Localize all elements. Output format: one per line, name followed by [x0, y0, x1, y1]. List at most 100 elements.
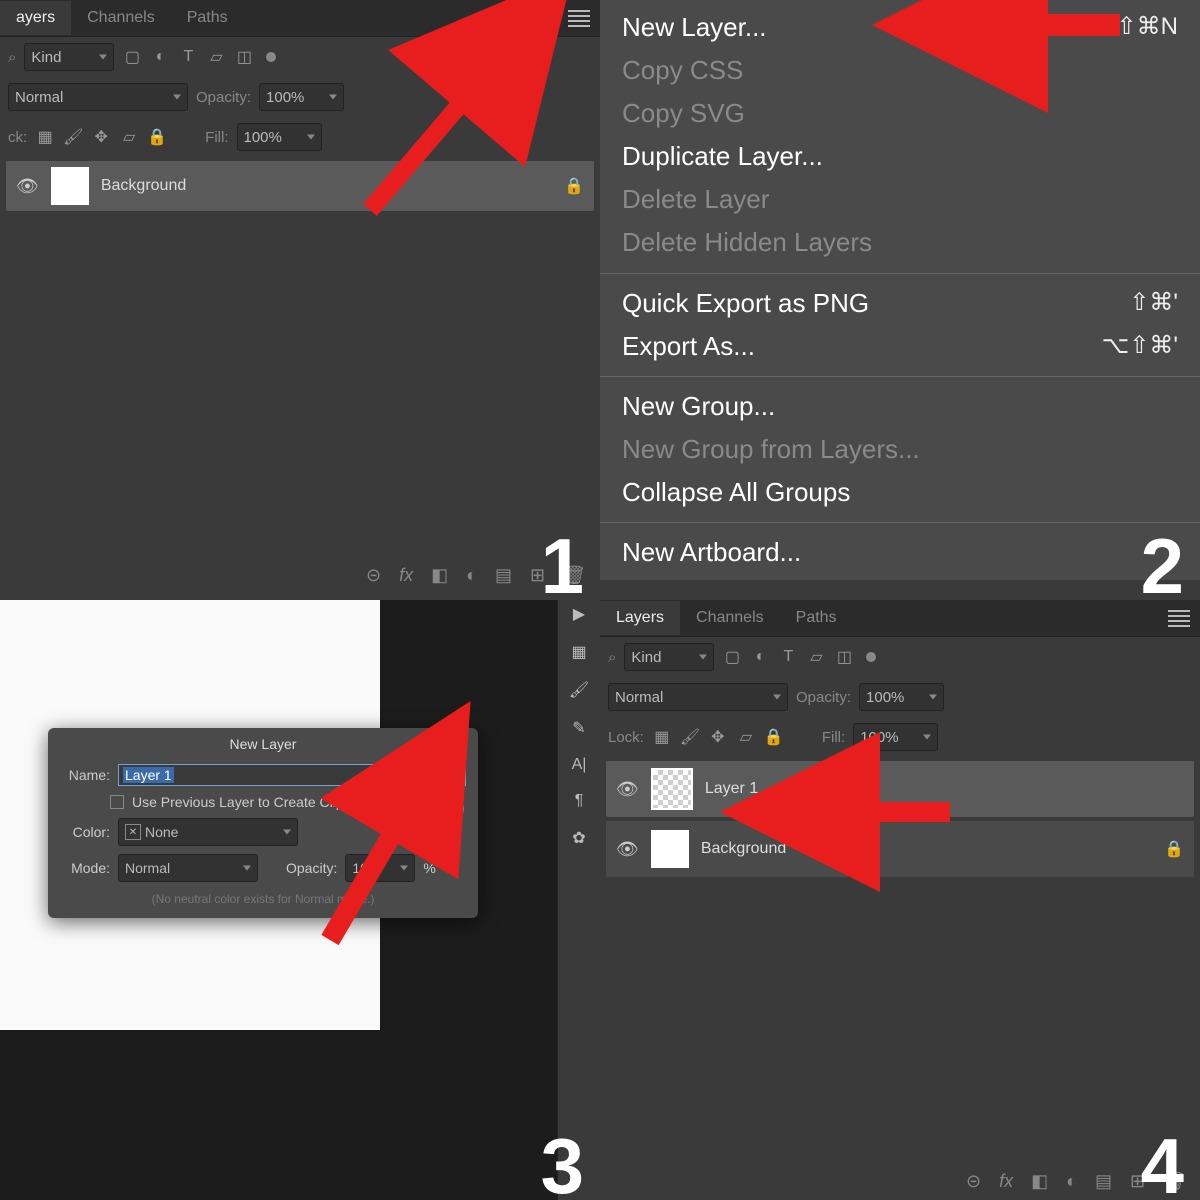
menu-item[interactable]: New Group...: [600, 385, 1200, 428]
visibility-icon[interactable]: 👁: [616, 779, 639, 800]
hamburger-icon[interactable]: [568, 10, 590, 27]
layer-thumbnail: [651, 768, 693, 810]
footer-icon[interactable]: ⊝: [966, 1171, 981, 1192]
opacity-select[interactable]: 100%: [259, 83, 344, 111]
lock-transparency-icon[interactable]: ▦: [35, 127, 55, 147]
color-label: Color:: [60, 824, 110, 840]
layers-flyout-menu: New Layer...⇧⌘NCopy CSSCopy SVGDuplicate…: [600, 0, 1200, 580]
step-number: 2: [1141, 521, 1182, 600]
mask-icon[interactable]: ◧: [431, 565, 448, 586]
blend-mode-select[interactable]: Normal: [8, 83, 188, 111]
step-number: 3: [541, 1121, 582, 1200]
menu-item[interactable]: Duplicate Layer...: [600, 135, 1200, 178]
layer-name: Layer 1: [705, 780, 758, 798]
menu-item[interactable]: Collapse All Groups: [600, 471, 1200, 514]
tab-layers[interactable]: ayers: [0, 1, 71, 35]
filter-toggle-icon[interactable]: [266, 52, 276, 62]
image-filter-icon[interactable]: ▢: [722, 647, 742, 667]
type-filter-icon[interactable]: T: [178, 48, 198, 66]
menu-item: Delete Hidden Layers: [600, 221, 1200, 264]
layer-name: Background: [701, 840, 786, 858]
lock-brush-icon[interactable]: 🖌: [63, 127, 83, 147]
fill-select[interactable]: 100%: [237, 123, 322, 151]
blend-mode-select[interactable]: Normal: [608, 683, 788, 711]
mode-label: Mode:: [60, 860, 110, 876]
lock-brush-icon[interactable]: 🖌: [680, 727, 700, 747]
menu-item: Delete Layer: [600, 178, 1200, 221]
tab-paths[interactable]: Paths: [780, 601, 853, 635]
panel-tabs: Layers Channels Paths: [600, 600, 1200, 637]
tool-icon[interactable]: ▦: [571, 642, 586, 662]
layer-thumbnail: [651, 830, 689, 868]
menu-item[interactable]: Quick Export as PNG⇧⌘': [600, 282, 1200, 325]
search-icon: ⌕: [608, 649, 616, 666]
footer-icon[interactable]: ▤: [1095, 1171, 1112, 1192]
tab-paths[interactable]: Paths: [171, 1, 244, 35]
lock-all-icon[interactable]: 🔒: [764, 727, 784, 747]
visibility-icon[interactable]: 👁: [16, 176, 39, 197]
footer-icon[interactable]: fx: [999, 1171, 1013, 1192]
lock-artboard-icon[interactable]: ▱: [119, 127, 139, 147]
lock-all-icon[interactable]: 🔒: [147, 127, 167, 147]
filter-toggle-icon[interactable]: [866, 652, 876, 662]
footer-icon[interactable]: ◧: [1031, 1171, 1048, 1192]
lock-icon: 🔒: [1164, 839, 1184, 859]
opacity-select[interactable]: 100%: [859, 683, 944, 711]
fx-icon[interactable]: fx: [399, 565, 413, 586]
name-label: Name:: [60, 767, 110, 783]
tab-channels[interactable]: Channels: [71, 1, 171, 35]
tool-icon[interactable]: 🖌: [569, 680, 589, 700]
footer-icon[interactable]: ◐: [1066, 1171, 1077, 1192]
lock-transparency-icon[interactable]: ▦: [652, 727, 672, 747]
fill-label: Fill:: [822, 729, 845, 746]
lock-artboard-icon[interactable]: ▱: [736, 727, 756, 747]
mode-select[interactable]: Normal: [118, 854, 258, 882]
smartobj-filter-icon[interactable]: ◫: [234, 47, 254, 67]
type-filter-icon[interactable]: T: [778, 648, 798, 666]
step-1-panel: ayers Channels Paths ⌕ Kind ▢ ◐ T ▱ ◫ No…: [0, 0, 600, 600]
tool-icon[interactable]: ▶: [573, 604, 585, 624]
lock-move-icon[interactable]: ✥: [91, 127, 111, 147]
step-2-panel: New Layer...⇧⌘NCopy CSSCopy SVGDuplicate…: [600, 0, 1200, 600]
menu-item: Copy SVG: [600, 92, 1200, 135]
layer-name: Background: [101, 177, 186, 195]
shape-filter-icon[interactable]: ▱: [206, 47, 226, 67]
fill-label: Fill:: [205, 129, 228, 146]
lock-move-icon[interactable]: ✥: [708, 727, 728, 747]
layer-thumbnail: [51, 167, 89, 205]
step-number: 4: [1141, 1121, 1182, 1200]
lock-label: ck:: [8, 129, 27, 146]
adjustment-filter-icon[interactable]: ◐: [150, 48, 170, 66]
adjustment-icon[interactable]: ◐: [466, 565, 477, 586]
menu-item: New Group from Layers...: [600, 428, 1200, 471]
tool-icon[interactable]: ¶: [575, 792, 584, 810]
opacity-label: Opacity:: [796, 689, 851, 706]
hamburger-icon[interactable]: [1168, 610, 1190, 627]
image-filter-icon[interactable]: ▢: [122, 47, 142, 67]
kind-filter[interactable]: Kind: [624, 643, 714, 671]
step-number: 1: [541, 521, 582, 600]
adjustment-filter-icon[interactable]: ◐: [750, 648, 770, 666]
tab-layers[interactable]: Layers: [600, 601, 680, 635]
lock-label: Lock:: [608, 729, 644, 746]
menu-item[interactable]: New Artboard...: [600, 531, 1200, 574]
clipping-mask-checkbox[interactable]: [110, 795, 124, 809]
tool-icon[interactable]: A|: [572, 756, 587, 774]
search-icon: ⌕: [8, 49, 16, 66]
smartobj-filter-icon[interactable]: ◫: [834, 647, 854, 667]
step-4-panel: Layers Channels Paths ⌕ Kind ▢ ◐ T ▱ ◫ N…: [600, 600, 1200, 1200]
visibility-icon[interactable]: 👁: [616, 839, 639, 860]
opacity-label: Opacity:: [196, 89, 251, 106]
shape-filter-icon[interactable]: ▱: [806, 647, 826, 667]
menu-item[interactable]: Export As...⌥⇧⌘': [600, 325, 1200, 368]
tab-channels[interactable]: Channels: [680, 601, 780, 635]
right-toolstrip: ▶ ▦ 🖌 ✎ A| ¶ ✿: [557, 600, 600, 1200]
kind-filter[interactable]: Kind: [24, 43, 114, 71]
fill-select[interactable]: 100%: [853, 723, 938, 751]
link-icon[interactable]: ⊝: [366, 565, 381, 586]
step-3-panel: ▶▦🖌✎A|¶✿ New Layer Name: Layer 1 OK Canc…: [0, 600, 600, 1200]
color-select[interactable]: ✕None: [118, 818, 298, 846]
tool-icon[interactable]: ✎: [572, 718, 585, 738]
group-icon[interactable]: ▤: [495, 565, 512, 586]
tool-icon[interactable]: ✿: [572, 828, 585, 848]
